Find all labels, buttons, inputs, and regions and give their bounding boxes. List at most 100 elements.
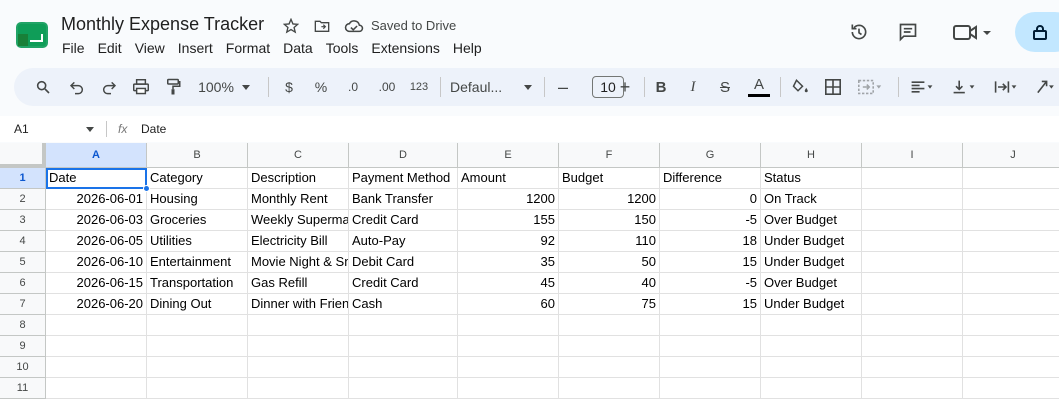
name-box[interactable]: A1 [14,122,29,136]
row-header-8[interactable]: 8 [0,315,46,336]
search-menus-icon[interactable] [30,68,56,106]
data-cell[interactable] [147,315,248,336]
data-cell[interactable] [862,273,963,294]
menu-tools[interactable]: Tools [326,40,359,56]
data-cell[interactable]: 92 [458,231,559,252]
data-cell[interactable] [46,315,147,336]
data-cell[interactable]: 0 [660,189,761,210]
row-header-9[interactable]: 9 [0,336,46,357]
data-cell[interactable] [559,336,660,357]
data-cell[interactable]: 2026-06-03 [46,210,147,231]
menu-view[interactable]: View [135,40,165,56]
data-cell[interactable] [862,189,963,210]
data-cell[interactable] [761,336,862,357]
undo-icon[interactable] [64,68,90,106]
data-cell[interactable] [862,357,963,378]
data-cell[interactable]: 60 [458,294,559,315]
data-cell[interactable] [248,315,349,336]
cloud-saved-icon[interactable] [344,16,364,36]
data-cell[interactable] [147,336,248,357]
row-header-11[interactable]: 11 [0,378,46,399]
data-cell[interactable]: Under Budget [761,231,862,252]
data-cell[interactable] [963,294,1059,315]
data-cell[interactable] [963,336,1059,357]
print-icon[interactable] [128,68,154,106]
more-formats-button[interactable]: 123 [406,68,432,106]
column-header-f[interactable]: F [559,143,660,168]
data-cell[interactable]: 2026-06-15 [46,273,147,294]
header-cell[interactable] [862,168,963,189]
data-cell[interactable]: Transportation [147,273,248,294]
data-cell[interactable]: 45 [458,273,559,294]
data-cell[interactable]: Movie Night & Snacks [248,252,349,273]
data-cell[interactable]: 155 [458,210,559,231]
header-cell[interactable]: Payment Method [349,168,458,189]
column-header-d[interactable]: D [349,143,458,168]
data-cell[interactable]: Dining Out [147,294,248,315]
format-percent-button[interactable]: % [310,68,332,106]
formula-input[interactable]: Date [141,122,166,136]
menu-file[interactable]: File [62,40,85,56]
data-cell[interactable] [963,210,1059,231]
star-icon[interactable] [281,16,301,36]
data-cell[interactable] [660,315,761,336]
data-cell[interactable] [46,378,147,399]
data-cell[interactable] [660,357,761,378]
data-cell[interactable]: Electricity Bill [248,231,349,252]
decrease-decimal-button[interactable]: .0 [340,68,366,106]
column-header-g[interactable]: G [660,143,761,168]
column-header-a[interactable]: A [46,143,147,168]
row-header-10[interactable]: 10 [0,357,46,378]
row-header-3[interactable]: 3 [0,210,46,231]
data-cell[interactable] [458,357,559,378]
meet-icon[interactable] [952,22,994,42]
data-cell[interactable]: 1200 [559,189,660,210]
data-cell[interactable]: On Track [761,189,862,210]
vertical-align-icon[interactable] [946,68,982,106]
data-cell[interactable] [147,378,248,399]
data-cell[interactable] [458,315,559,336]
comments-icon[interactable] [898,22,918,42]
header-cell[interactable] [963,168,1059,189]
borders-icon[interactable] [820,68,846,106]
column-header-i[interactable]: I [862,143,963,168]
header-cell[interactable]: Difference [660,168,761,189]
header-cell[interactable]: Category [147,168,248,189]
header-cell[interactable]: Description [248,168,349,189]
format-currency-button[interactable]: $ [278,68,300,106]
menu-extensions[interactable]: Extensions [371,40,439,56]
chevron-down-icon[interactable] [86,127,94,132]
menu-insert[interactable]: Insert [178,40,213,56]
data-cell[interactable] [46,336,147,357]
menu-help[interactable]: Help [453,40,482,56]
menu-format[interactable]: Format [226,40,270,56]
data-cell[interactable]: 150 [559,210,660,231]
text-wrapping-icon[interactable] [988,68,1024,106]
data-cell[interactable]: 18 [660,231,761,252]
text-rotation-icon[interactable] [1030,68,1059,106]
data-cell[interactable]: 35 [458,252,559,273]
data-cell[interactable] [248,378,349,399]
data-cell[interactable]: 2026-06-20 [46,294,147,315]
decrease-font-size-icon[interactable]: – [552,68,574,106]
data-cell[interactable] [862,210,963,231]
version-history-icon[interactable] [849,22,869,42]
data-cell[interactable] [349,315,458,336]
data-cell[interactable]: Groceries [147,210,248,231]
data-cell[interactable] [963,189,1059,210]
data-cell[interactable] [761,357,862,378]
text-color-icon[interactable]: A [746,68,772,106]
data-cell[interactable] [862,252,963,273]
data-cell[interactable] [963,273,1059,294]
data-cell[interactable] [559,315,660,336]
data-cell[interactable] [458,378,559,399]
fill-color-icon[interactable] [788,68,814,106]
bold-icon[interactable]: B [650,68,672,106]
data-cell[interactable] [660,336,761,357]
data-cell[interactable]: 40 [559,273,660,294]
select-all-corner[interactable] [0,143,46,168]
data-cell[interactable]: Auto-Pay [349,231,458,252]
data-cell[interactable] [761,315,862,336]
data-cell[interactable] [862,294,963,315]
data-cell[interactable] [862,315,963,336]
